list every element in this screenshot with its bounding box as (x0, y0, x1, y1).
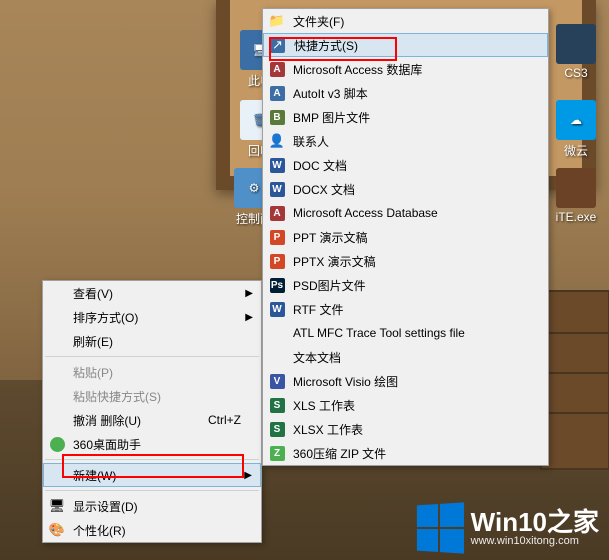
menu-item-label: 查看(V) (73, 285, 113, 302)
display-icon: 🖥 (49, 498, 65, 514)
new-menu-item[interactable]: S XLS 工作表 (263, 393, 548, 417)
new-menu-item[interactable]: W DOCX 文档 (263, 177, 548, 201)
menu-item-label: ATL MFC Trace Tool settings file (293, 326, 465, 340)
menu-item-label: PPT 演示文稿 (293, 229, 367, 246)
context-menu-item[interactable]: 刷新(E) (43, 329, 261, 353)
new-menu-item[interactable]: ATL MFC Trace Tool settings file (263, 321, 548, 345)
B-icon: B (269, 109, 285, 125)
menu-item-label: 快捷方式(S) (294, 37, 358, 54)
menu-item-label: DOCX 文档 (293, 181, 355, 198)
A-icon: A (269, 61, 285, 77)
S-icon: S (269, 421, 285, 437)
W-icon: W (269, 157, 285, 173)
new-menu-item[interactable]: W RTF 文件 (263, 297, 548, 321)
icon-label: iTE.exe (552, 210, 600, 224)
menu-item-label: XLS 工作表 (293, 397, 355, 414)
menu-separator (45, 356, 259, 357)
menu-item-label: 显示设置(D) (73, 498, 138, 515)
V-icon: V (269, 373, 285, 389)
context-menu-item[interactable]: 新建(W) ▶ (43, 463, 261, 487)
new-menu-item[interactable]: Z 360压缩 ZIP 文件 (263, 441, 548, 465)
👤-icon: 👤 (269, 133, 285, 149)
menu-item-label: Microsoft Access 数据库 (293, 61, 422, 78)
desktop-context-menu: 查看(V) ▶ 排序方式(O) ▶ 刷新(E) 粘贴(P) 粘贴快捷方式(S) 撤消 删除(U… (42, 280, 262, 543)
A-icon: A (269, 205, 285, 221)
windows-logo-icon (417, 502, 464, 553)
submenu-arrow-icon: ▶ (245, 288, 253, 299)
folder-icon: 📁 (269, 13, 285, 29)
menu-item-label: Microsoft Visio 绘图 (293, 373, 398, 390)
menu-separator (45, 459, 259, 460)
P-icon: P (269, 253, 285, 269)
menu-item-label: 排序方式(O) (73, 309, 138, 326)
new-menu-item[interactable]: P PPTX 演示文稿 (263, 249, 548, 273)
new-menu-item[interactable]: W DOC 文档 (263, 153, 548, 177)
shelf (540, 290, 609, 470)
menu-item-label: DOC 文档 (293, 157, 347, 174)
new-menu-item[interactable]: P PPT 演示文稿 (263, 225, 548, 249)
icon-label: 微云 (552, 142, 600, 159)
desktop-icon-ite[interactable]: iTE.exe (552, 168, 600, 224)
menu-item-label: 撤消 删除(U) (73, 412, 141, 429)
menu-shortcut: Ctrl+Z (208, 413, 241, 427)
context-menu-item[interactable]: 🎨 个性化(R) (43, 518, 261, 542)
context-menu-item[interactable]: 360桌面助手 (43, 432, 261, 456)
context-menu-item: 粘贴快捷方式(S) (43, 384, 261, 408)
new-menu-item[interactable]: A Microsoft Access 数据库 (263, 57, 548, 81)
menu-item-label: PSD图片文件 (293, 277, 366, 294)
new-menu-item[interactable]: B BMP 图片文件 (263, 105, 548, 129)
new-menu-item[interactable]: A Microsoft Access Database (263, 201, 548, 225)
Z-icon: Z (269, 445, 285, 461)
menu-item-label: 粘贴快捷方式(S) (73, 388, 161, 405)
A-icon: A (269, 85, 285, 101)
new-menu-item[interactable]: Ps PSD图片文件 (263, 273, 548, 297)
menu-item-label: 360桌面助手 (73, 436, 141, 453)
menu-item-label: AutoIt v3 脚本 (293, 85, 368, 102)
watermark-title: Win10之家 (471, 509, 599, 535)
submenu-arrow-icon: ▶ (244, 470, 252, 481)
new-menu-item[interactable]: V Microsoft Visio 绘图 (263, 369, 548, 393)
Ps-icon: Ps (269, 277, 285, 293)
menu-item-label: 360压缩 ZIP 文件 (293, 445, 386, 462)
menu-item-label: 联系人 (293, 133, 329, 150)
W-icon: W (269, 301, 285, 317)
menu-item-label: 新建(W) (73, 467, 116, 484)
menu-item-label: 刷新(E) (73, 333, 113, 350)
menu-item-label: XLSX 工作表 (293, 421, 363, 438)
personalize-icon: 🎨 (49, 522, 65, 538)
menu-item-label: 文件夹(F) (293, 13, 344, 30)
W-icon: W (269, 181, 285, 197)
shortcut-icon: ↗ (270, 38, 285, 53)
context-menu-item[interactable]: 撤消 删除(U) Ctrl+Z (43, 408, 261, 432)
context-menu-item: 粘贴(P) (43, 360, 261, 384)
desktop-icon-cs3[interactable]: CS3 (552, 24, 600, 80)
menu-item-label: 粘贴(P) (73, 364, 113, 381)
P-icon: P (269, 229, 285, 245)
context-menu-item[interactable]: 排序方式(O) ▶ (43, 305, 261, 329)
watermark: Win10之家 www.win10xitong.com (415, 504, 599, 552)
desktop-icon-cloud[interactable]: ☁微云 (552, 100, 600, 159)
context-menu-item[interactable]: 🖥 显示设置(D) (43, 494, 261, 518)
new-menu-item[interactable]: ↗ 快捷方式(S) (263, 33, 548, 57)
menu-item-label: BMP 图片文件 (293, 109, 370, 126)
menu-separator (45, 490, 259, 491)
new-menu-item[interactable]: A AutoIt v3 脚本 (263, 81, 548, 105)
new-menu-item[interactable]: 文本文档 (263, 345, 548, 369)
S-icon: S (269, 397, 285, 413)
watermark-url: www.win10xitong.com (471, 535, 599, 547)
360-icon (49, 436, 65, 452)
new-submenu: 📁 文件夹(F) ↗ 快捷方式(S) A Microsoft Access 数据库 A Aut… (262, 8, 549, 466)
icon-label: CS3 (552, 66, 600, 80)
menu-item-label: 个性化(R) (73, 522, 126, 539)
new-menu-item[interactable]: 👤 联系人 (263, 129, 548, 153)
menu-item-label: PPTX 演示文稿 (293, 253, 376, 270)
new-menu-item[interactable]: S XLSX 工作表 (263, 417, 548, 441)
context-menu-item[interactable]: 查看(V) ▶ (43, 281, 261, 305)
menu-item-label: RTF 文件 (293, 301, 343, 318)
submenu-arrow-icon: ▶ (245, 312, 253, 323)
menu-item-label: 文本文档 (293, 349, 341, 366)
menu-item-label: Microsoft Access Database (293, 206, 438, 220)
new-menu-item[interactable]: 📁 文件夹(F) (263, 9, 548, 33)
